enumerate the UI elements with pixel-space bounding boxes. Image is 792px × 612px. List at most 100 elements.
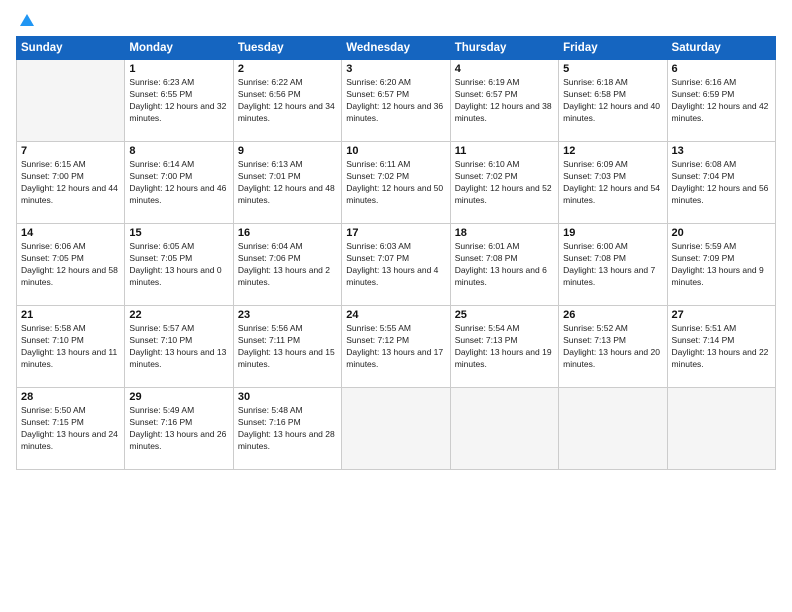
day-number: 9 bbox=[238, 145, 337, 157]
day-info: Sunrise: 6:06 AM Sunset: 7:05 PM Dayligh… bbox=[21, 241, 120, 289]
day-number: 13 bbox=[672, 145, 771, 157]
calendar-cell: 19 Sunrise: 6:00 AM Sunset: 7:08 PM Dayli… bbox=[559, 224, 667, 306]
day-info: Sunrise: 6:10 AM Sunset: 7:02 PM Dayligh… bbox=[455, 159, 554, 207]
calendar-cell: 17 Sunrise: 6:03 AM Sunset: 7:07 PM Dayli… bbox=[342, 224, 450, 306]
calendar-week-row: 21 Sunrise: 5:58 AM Sunset: 7:10 PM Dayli… bbox=[17, 306, 776, 388]
day-number: 30 bbox=[238, 391, 337, 403]
day-number: 8 bbox=[129, 145, 228, 157]
day-number: 28 bbox=[21, 391, 120, 403]
day-info: Sunrise: 6:09 AM Sunset: 7:03 PM Dayligh… bbox=[563, 159, 662, 207]
day-info: Sunrise: 6:22 AM Sunset: 6:56 PM Dayligh… bbox=[238, 77, 337, 125]
day-number: 6 bbox=[672, 63, 771, 75]
calendar-cell bbox=[559, 388, 667, 470]
header bbox=[16, 10, 776, 30]
calendar-cell: 16 Sunrise: 6:04 AM Sunset: 7:06 PM Dayli… bbox=[233, 224, 341, 306]
day-number: 17 bbox=[346, 227, 445, 239]
day-info: Sunrise: 5:50 AM Sunset: 7:15 PM Dayligh… bbox=[21, 405, 120, 453]
calendar-cell: 10Sunrise: 6:11 AM Sunset: 7:02 PM Dayli… bbox=[342, 142, 450, 224]
calendar-cell bbox=[450, 388, 558, 470]
calendar-cell: 30 Sunrise: 5:48 AM Sunset: 7:16 PM Dayli… bbox=[233, 388, 341, 470]
weekday-header: Wednesday bbox=[342, 37, 450, 60]
day-info: Sunrise: 6:13 AM Sunset: 7:01 PM Dayligh… bbox=[238, 159, 337, 207]
calendar-page: SundayMondayTuesdayWednesdayThursdayFrid… bbox=[0, 0, 792, 612]
day-info: Sunrise: 6:00 AM Sunset: 7:08 PM Dayligh… bbox=[563, 241, 662, 289]
calendar-cell: 9 Sunrise: 6:13 AM Sunset: 7:01 PM Daylig… bbox=[233, 142, 341, 224]
day-number: 4 bbox=[455, 63, 554, 75]
day-info: Sunrise: 5:55 AM Sunset: 7:12 PM Dayligh… bbox=[346, 323, 445, 371]
day-info: Sunrise: 6:19 AM Sunset: 6:57 PM Dayligh… bbox=[455, 77, 554, 125]
calendar-cell: 4 Sunrise: 6:19 AM Sunset: 6:57 PM Daylig… bbox=[450, 60, 558, 142]
weekday-header: Saturday bbox=[667, 37, 775, 60]
day-number: 14 bbox=[21, 227, 120, 239]
calendar-cell: 20 Sunrise: 5:59 AM Sunset: 7:09 PM Dayli… bbox=[667, 224, 775, 306]
day-number: 20 bbox=[672, 227, 771, 239]
calendar-cell bbox=[667, 388, 775, 470]
calendar-cell: 11 Sunrise: 6:10 AM Sunset: 7:02 PM Dayli… bbox=[450, 142, 558, 224]
day-number: 19 bbox=[563, 227, 662, 239]
calendar-cell: 29 Sunrise: 5:49 AM Sunset: 7:16 PM Dayli… bbox=[125, 388, 233, 470]
calendar-cell: 3Sunrise: 6:20 AM Sunset: 6:57 PM Daylig… bbox=[342, 60, 450, 142]
calendar-week-row: 1 Sunrise: 6:23 AM Sunset: 6:55 PM Daylig… bbox=[17, 60, 776, 142]
day-info: Sunrise: 5:59 AM Sunset: 7:09 PM Dayligh… bbox=[672, 241, 771, 289]
calendar-cell: 25 Sunrise: 5:54 AM Sunset: 7:13 PM Dayli… bbox=[450, 306, 558, 388]
day-number: 16 bbox=[238, 227, 337, 239]
day-number: 27 bbox=[672, 309, 771, 321]
calendar-cell: 21 Sunrise: 5:58 AM Sunset: 7:10 PM Dayli… bbox=[17, 306, 125, 388]
day-info: Sunrise: 6:18 AM Sunset: 6:58 PM Dayligh… bbox=[563, 77, 662, 125]
day-info: Sunrise: 6:04 AM Sunset: 7:06 PM Dayligh… bbox=[238, 241, 337, 289]
calendar-week-row: 14 Sunrise: 6:06 AM Sunset: 7:05 PM Dayli… bbox=[17, 224, 776, 306]
weekday-header: Thursday bbox=[450, 37, 558, 60]
day-info: Sunrise: 6:05 AM Sunset: 7:05 PM Dayligh… bbox=[129, 241, 228, 289]
calendar-cell: 22 Sunrise: 5:57 AM Sunset: 7:10 PM Dayli… bbox=[125, 306, 233, 388]
calendar-cell: 1 Sunrise: 6:23 AM Sunset: 6:55 PM Daylig… bbox=[125, 60, 233, 142]
day-info: Sunrise: 6:15 AM Sunset: 7:00 PM Dayligh… bbox=[21, 159, 120, 207]
calendar-cell: 5 Sunrise: 6:18 AM Sunset: 6:58 PM Daylig… bbox=[559, 60, 667, 142]
day-number: 29 bbox=[129, 391, 228, 403]
day-info: Sunrise: 5:56 AM Sunset: 7:11 PM Dayligh… bbox=[238, 323, 337, 371]
day-info: Sunrise: 6:23 AM Sunset: 6:55 PM Dayligh… bbox=[129, 77, 228, 125]
logo-icon bbox=[18, 12, 36, 30]
day-info: Sunrise: 5:49 AM Sunset: 7:16 PM Dayligh… bbox=[129, 405, 228, 453]
day-info: Sunrise: 5:52 AM Sunset: 7:13 PM Dayligh… bbox=[563, 323, 662, 371]
day-info: Sunrise: 5:58 AM Sunset: 7:10 PM Dayligh… bbox=[21, 323, 120, 371]
weekday-header: Monday bbox=[125, 37, 233, 60]
day-info: Sunrise: 5:54 AM Sunset: 7:13 PM Dayligh… bbox=[455, 323, 554, 371]
calendar-cell: 18 Sunrise: 6:01 AM Sunset: 7:08 PM Dayli… bbox=[450, 224, 558, 306]
calendar-table: SundayMondayTuesdayWednesdayThursdayFrid… bbox=[16, 36, 776, 470]
day-number: 12 bbox=[563, 145, 662, 157]
calendar-cell: 15Sunrise: 6:05 AM Sunset: 7:05 PM Dayli… bbox=[125, 224, 233, 306]
day-number: 24 bbox=[346, 309, 445, 321]
day-info: Sunrise: 6:16 AM Sunset: 6:59 PM Dayligh… bbox=[672, 77, 771, 125]
day-info: Sunrise: 6:14 AM Sunset: 7:00 PM Dayligh… bbox=[129, 159, 228, 207]
calendar-cell bbox=[342, 388, 450, 470]
calendar-cell: 2 Sunrise: 6:22 AM Sunset: 6:56 PM Daylig… bbox=[233, 60, 341, 142]
logo bbox=[16, 14, 36, 30]
day-number: 18 bbox=[455, 227, 554, 239]
day-number: 21 bbox=[21, 309, 120, 321]
calendar-cell: 14 Sunrise: 6:06 AM Sunset: 7:05 PM Dayli… bbox=[17, 224, 125, 306]
day-number: 22 bbox=[129, 309, 228, 321]
day-number: 2 bbox=[238, 63, 337, 75]
calendar-cell: 26 Sunrise: 5:52 AM Sunset: 7:13 PM Dayli… bbox=[559, 306, 667, 388]
day-number: 26 bbox=[563, 309, 662, 321]
day-number: 7 bbox=[21, 145, 120, 157]
calendar-cell: 27 Sunrise: 5:51 AM Sunset: 7:14 PM Dayli… bbox=[667, 306, 775, 388]
calendar-cell bbox=[17, 60, 125, 142]
day-number: 1 bbox=[129, 63, 228, 75]
calendar-cell: 7 Sunrise: 6:15 AM Sunset: 7:00 PM Daylig… bbox=[17, 142, 125, 224]
day-info: Sunrise: 5:48 AM Sunset: 7:16 PM Dayligh… bbox=[238, 405, 337, 453]
calendar-cell: 24 Sunrise: 5:55 AM Sunset: 7:12 PM Dayli… bbox=[342, 306, 450, 388]
day-number: 25 bbox=[455, 309, 554, 321]
day-info: Sunrise: 5:57 AM Sunset: 7:10 PM Dayligh… bbox=[129, 323, 228, 371]
calendar-cell: 28 Sunrise: 5:50 AM Sunset: 7:15 PM Dayli… bbox=[17, 388, 125, 470]
day-info: Sunrise: 6:03 AM Sunset: 7:07 PM Dayligh… bbox=[346, 241, 445, 289]
weekday-header: Friday bbox=[559, 37, 667, 60]
day-number: 3 bbox=[346, 63, 445, 75]
day-number: 5 bbox=[563, 63, 662, 75]
day-info: Sunrise: 6:08 AM Sunset: 7:04 PM Dayligh… bbox=[672, 159, 771, 207]
day-info: Sunrise: 5:51 AM Sunset: 7:14 PM Dayligh… bbox=[672, 323, 771, 371]
calendar-cell: 8 Sunrise: 6:14 AM Sunset: 7:00 PM Daylig… bbox=[125, 142, 233, 224]
calendar-cell: 13 Sunrise: 6:08 AM Sunset: 7:04 PM Dayli… bbox=[667, 142, 775, 224]
day-info: Sunrise: 6:01 AM Sunset: 7:08 PM Dayligh… bbox=[455, 241, 554, 289]
day-number: 11 bbox=[455, 145, 554, 157]
